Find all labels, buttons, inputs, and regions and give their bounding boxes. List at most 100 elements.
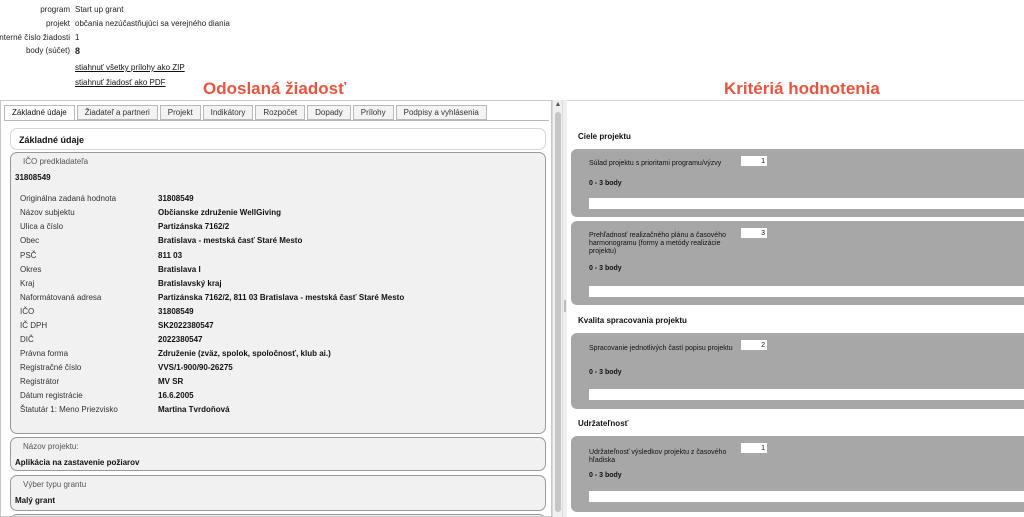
field-label: Dátum registrácie <box>20 391 83 400</box>
meta-body-value: 8 <box>75 46 81 56</box>
field-value: 31808549 <box>158 307 194 316</box>
field-value: Martina Tvrdoňová <box>158 405 230 414</box>
category-title-udrzatelnost: Udržateľnosť <box>578 419 629 428</box>
meta-projekt-value: občania nezúčastňujúci sa verejného dian… <box>75 19 230 28</box>
field-row: Registrátor MV SR <box>20 377 540 390</box>
ico-legend: IČO predkladateľa <box>23 157 89 166</box>
download-zip-link[interactable]: stiahnuť všetky prílohy ako ZIP <box>75 63 185 72</box>
field-value: Bratislava - mestská časť Staré Mesto <box>158 236 303 245</box>
meta-program-value: Start up grant <box>75 5 124 14</box>
field-value: Bratislavský kraj <box>158 279 222 288</box>
meta-body-label: body (súčet) <box>25 46 70 55</box>
field-label: Ulica a číslo <box>20 222 64 231</box>
left-panel-scrollbar[interactable]: ▲ <box>552 100 562 517</box>
criterion-text: Spracovanie jednotlivých častí popisu pr… <box>589 345 733 352</box>
field-value: MV SR <box>158 377 184 386</box>
field-row: IČO 31808549 <box>20 307 540 320</box>
scrollbar-thumb[interactable] <box>555 112 561 512</box>
criterion-score-input[interactable] <box>741 156 767 166</box>
grant-type-legend: Výber typu grantu <box>23 480 87 489</box>
field-value: Združenie (zväz, spolok, spoločnosť, klu… <box>158 349 331 358</box>
criterion-range: 0 - 3 body <box>589 369 622 376</box>
field-row: Obec Bratislava - mestská časť Staré Mes… <box>20 236 540 249</box>
grant-type-value: Malý grant <box>15 496 56 505</box>
tab-prilohy[interactable]: Prílohy <box>352 105 394 120</box>
field-value: 31808549 <box>158 194 194 203</box>
field-row: Naformátovaná adresa Partizánska 7162/2,… <box>20 293 540 306</box>
application-panel: Základné údaje Žiadateľ a partneri Proje… <box>0 100 552 517</box>
criterion-comment-input[interactable] <box>589 198 1024 209</box>
tab-dopady[interactable]: Dopady <box>307 105 351 120</box>
criterion-score-input[interactable] <box>741 228 767 238</box>
field-label: DIČ <box>20 335 34 344</box>
field-label: Právna forma <box>20 349 69 358</box>
field-value: Partizánska 7162/2, 811 03 Bratislava - … <box>158 293 405 302</box>
ico-value: 31808549 <box>15 173 51 182</box>
criterion-range: 0 - 3 body <box>589 180 622 187</box>
grant-type-fieldset: Výber typu grantu Malý grant <box>10 475 546 511</box>
criteria-panel: Ciele projektu Súlad projektu s priorita… <box>567 100 1024 517</box>
field-value: 16.6.2005 <box>158 391 194 400</box>
zip-download-row: stiahnuť všetky prílohy ako ZIP <box>0 63 600 75</box>
tab-zakladne-udaje[interactable]: Základné údaje <box>4 105 75 121</box>
criterion-text: Prehľadnosť realizačného plánu a časovéh… <box>589 232 726 255</box>
ico-fieldset: IČO predkladateľa 31808549 Originálna za… <box>10 152 546 434</box>
criterion-score-input[interactable] <box>741 340 767 350</box>
field-row: Štatutár 1: Meno Priezvisko Martina Tvrd… <box>20 405 540 418</box>
field-row: Názov subjektu Občianske združenie WellG… <box>20 208 540 221</box>
criterion-comment-input[interactable] <box>589 389 1024 400</box>
field-row: Kraj Bratislavský kraj <box>20 279 540 292</box>
tab-ziadatel-a-partneri[interactable]: Žiadateľ a partneri <box>76 105 158 120</box>
meta-interne-label: interné číslo žiadosti <box>0 33 70 42</box>
field-value: SK2022380547 <box>158 321 214 330</box>
field-row: Okres Bratislava I <box>20 265 540 278</box>
field-row: Právna forma Združenie (zväz, spolok, sp… <box>20 349 540 362</box>
field-label: Originálna zadaná hodnota <box>20 194 117 203</box>
field-value: 2022380547 <box>158 335 203 344</box>
field-label: Naformátovaná adresa <box>20 293 102 302</box>
tab-content: Základné údaje IČO predkladateľa 3180854… <box>4 120 549 516</box>
field-row: Ulica a číslo Partizánska 7162/2 <box>20 222 540 235</box>
field-value: Partizánska 7162/2 <box>158 222 230 231</box>
field-label: Okres <box>20 265 42 274</box>
field-label: Registračné číslo <box>20 363 82 372</box>
criterion-text: Udržateľnosť výsledkov projektu z časové… <box>589 449 727 464</box>
criterion-comment-input[interactable] <box>589 286 1024 297</box>
criterion-card: Spracovanie jednotlivých častí popisu pr… <box>571 333 1024 409</box>
tab-rozpocet[interactable]: Rozpočet <box>255 105 306 120</box>
project-name-fieldset: Názov projektu: Aplikácia na zastavenie … <box>10 437 546 471</box>
tab-indikatory[interactable]: Indikátory <box>202 105 254 120</box>
download-pdf-link[interactable]: stiahnuť žiadosť ako PDF <box>75 78 166 87</box>
tab-podpisy-a-vyhlasenia[interactable]: Podpisy a vyhlásenia <box>395 105 487 120</box>
criterion-range: 0 - 3 body <box>589 472 622 479</box>
splitter-grip-icon[interactable] <box>564 300 566 312</box>
field-value: 811 03 <box>158 251 183 260</box>
category-title-ciele: Ciele projektu <box>578 132 631 141</box>
meta-projekt-label: projekt <box>45 19 70 28</box>
meta-program-label: program <box>40 5 70 14</box>
field-label: Názov subjektu <box>20 208 75 217</box>
field-label: Kraj <box>20 279 35 288</box>
basic-info-header: Základné údaje <box>19 135 85 145</box>
project-name-value: Aplikácia na zastavenie požiarov <box>15 458 140 467</box>
field-value: VVS/1-900/90-26275 <box>158 363 233 372</box>
criterion-comment-input[interactable] <box>589 491 1024 502</box>
field-label: Štatutár 1: Meno Priezvisko <box>20 405 118 414</box>
category-title-kvalita: Kvalita spracovania projektu <box>578 316 687 325</box>
scroll-up-icon[interactable]: ▲ <box>554 101 562 109</box>
project-name-legend: Názov projektu: <box>23 442 79 451</box>
submitted-application-title: Odoslaná žiadosť <box>203 79 347 98</box>
meta-interne-row: interné číslo žiadosti 1 <box>0 33 600 45</box>
field-value: Bratislava I <box>158 265 201 274</box>
field-row: IČ DPH SK2022380547 <box>20 321 540 334</box>
criterion-card: Prehľadnosť realizačného plánu a časovéh… <box>571 221 1024 305</box>
criterion-card: Udržateľnosť výsledkov projektu z časové… <box>571 436 1024 512</box>
tab-projekt[interactable]: Projekt <box>159 105 201 120</box>
field-row: Dátum registrácie 16.6.2005 <box>20 391 540 404</box>
field-label: Obec <box>20 236 40 245</box>
meta-body-row: body (súčet) 8 <box>0 46 600 58</box>
criterion-score-input[interactable] <box>741 443 767 453</box>
field-label: PSČ <box>20 251 37 260</box>
field-label: IČO <box>20 307 35 316</box>
criterion-card: Súlad projektu s prioritami programu/výz… <box>571 149 1024 217</box>
